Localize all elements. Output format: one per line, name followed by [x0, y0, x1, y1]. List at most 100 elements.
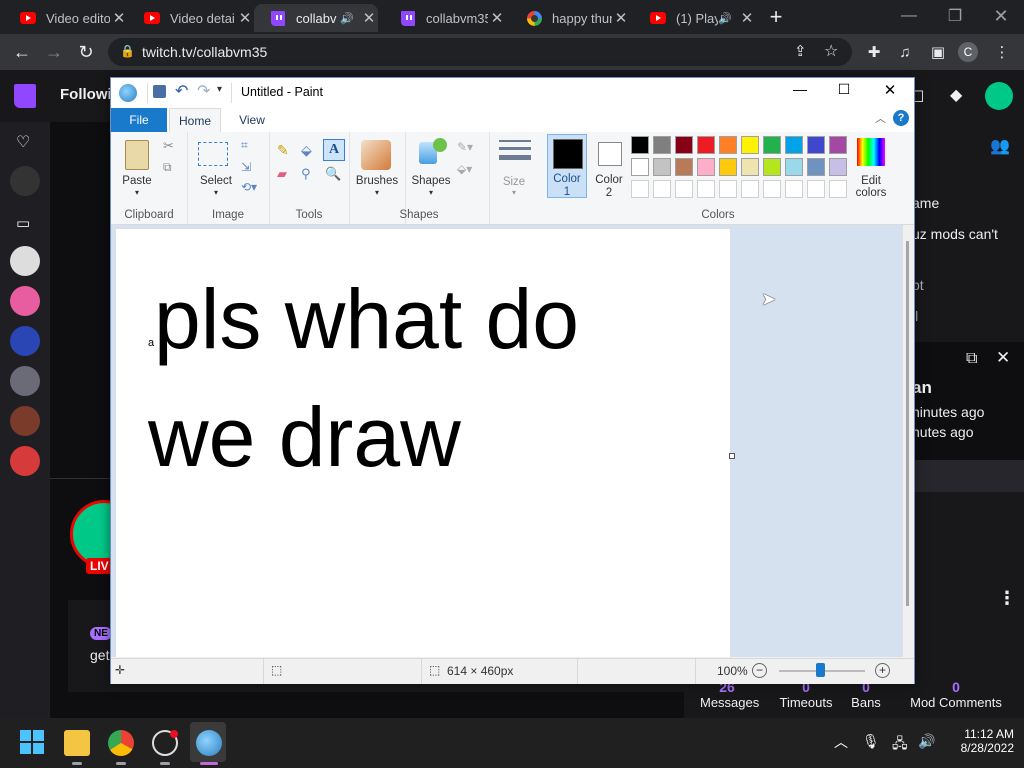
- new-tab-button[interactable]: +: [762, 4, 790, 32]
- maximize-icon[interactable]: ☐: [831, 81, 857, 98]
- paste-button[interactable]: Paste ▾: [117, 136, 157, 198]
- color-swatch[interactable]: [719, 136, 737, 154]
- color-swatch[interactable]: [631, 136, 649, 154]
- copy-icon[interactable]: ⧉: [163, 160, 172, 175]
- color-swatch[interactable]: [829, 136, 847, 154]
- browser-tab[interactable]: Video edito ✕: [0, 4, 128, 32]
- cut-icon[interactable]: ✂: [163, 138, 174, 154]
- empty-color-slot[interactable]: [829, 180, 847, 198]
- color-swatch[interactable]: [763, 158, 781, 176]
- restore-icon[interactable]: ❐: [932, 2, 978, 30]
- resize-handle[interactable]: [729, 453, 735, 459]
- color-swatch[interactable]: [631, 158, 649, 176]
- network-icon[interactable]: 🖧: [892, 733, 908, 757]
- close-tab-icon[interactable]: ✕: [738, 9, 756, 27]
- forward-icon[interactable]: →: [42, 40, 66, 64]
- empty-color-slot[interactable]: [763, 180, 781, 198]
- channel-avatar[interactable]: [10, 366, 40, 396]
- close-icon[interactable]: ✕: [877, 81, 903, 99]
- color1-button[interactable]: Color 1: [547, 134, 587, 198]
- community-icon[interactable]: 👥: [990, 136, 1010, 156]
- share-icon[interactable]: ⇪: [794, 42, 807, 60]
- reload-icon[interactable]: ↻: [74, 40, 98, 64]
- tab-home[interactable]: Home: [169, 108, 221, 132]
- close-card-icon[interactable]: ✕: [996, 348, 1010, 368]
- address-bar[interactable]: 🔒 twitch.tv/collabvm35 ⇪ ☆: [108, 38, 852, 66]
- save-icon[interactable]: [153, 85, 166, 98]
- file-explorer-icon[interactable]: [64, 730, 90, 756]
- color-swatch[interactable]: [807, 158, 825, 176]
- shapes-button[interactable]: Shapes ▾: [409, 136, 453, 200]
- side-panel-icon[interactable]: ▣: [926, 40, 950, 64]
- redo-icon[interactable]: ↷: [197, 81, 210, 101]
- minimize-icon[interactable]: —: [886, 2, 932, 30]
- edit-colors-button[interactable]: Edit colors: [853, 136, 893, 200]
- browser-tab[interactable]: happy thun ✕: [506, 4, 630, 32]
- empty-color-slot[interactable]: [631, 180, 649, 198]
- prime-icon[interactable]: ◆: [950, 85, 962, 105]
- popout-icon[interactable]: ⧉: [966, 350, 977, 368]
- resize-icon[interactable]: ⇲: [241, 160, 251, 174]
- tab-file[interactable]: File: [111, 108, 167, 132]
- twitch-logo-icon[interactable]: [14, 84, 36, 108]
- fill-shape-icon[interactable]: ⬙▾: [457, 162, 472, 176]
- clock[interactable]: 11:12 AM 8/28/2022: [940, 727, 1014, 755]
- minimize-icon[interactable]: —: [787, 81, 813, 97]
- more-icon[interactable]: ⋮: [998, 588, 1016, 609]
- close-tab-icon[interactable]: ✕: [360, 9, 378, 27]
- crop-icon[interactable]: ⌗: [241, 138, 248, 153]
- color-swatch[interactable]: [697, 158, 715, 176]
- size-button[interactable]: Size ▾: [489, 132, 539, 224]
- help-icon[interactable]: ?: [893, 110, 909, 126]
- channel-avatar[interactable]: [10, 406, 40, 436]
- close-tab-icon[interactable]: ✕: [488, 9, 506, 27]
- color-swatch[interactable]: [829, 158, 847, 176]
- empty-color-slot[interactable]: [807, 180, 825, 198]
- volume-icon[interactable]: 🔊: [918, 733, 935, 750]
- color-swatch[interactable]: [785, 158, 803, 176]
- color-swatch[interactable]: [675, 136, 693, 154]
- color-swatch[interactable]: [653, 136, 671, 154]
- browser-tab-active[interactable]: collabv 🔊 ✕: [254, 4, 378, 32]
- menu-icon[interactable]: ⋮: [990, 40, 1014, 64]
- empty-color-slot[interactable]: [719, 180, 737, 198]
- empty-color-slot[interactable]: [697, 180, 715, 198]
- channel-avatar[interactable]: [10, 246, 40, 276]
- zoom-in-icon[interactable]: +: [875, 663, 890, 678]
- paint-taskbar-icon[interactable]: [196, 730, 222, 756]
- brushes-button[interactable]: Brushes ▾: [355, 136, 399, 200]
- empty-color-slot[interactable]: [675, 180, 693, 198]
- microphone-icon[interactable]: 🎙: [862, 733, 880, 750]
- chevron-up-icon[interactable]: ︿: [834, 732, 848, 752]
- color-swatch[interactable]: [675, 158, 693, 176]
- back-icon[interactable]: ←: [10, 40, 34, 64]
- browser-tab[interactable]: Video detai ✕: [124, 4, 254, 32]
- color-swatch[interactable]: [763, 136, 781, 154]
- vertical-scrollbar[interactable]: [903, 225, 914, 657]
- channel-avatar[interactable]: [10, 166, 40, 196]
- video-icon[interactable]: ▭: [16, 214, 30, 232]
- pencil-icon[interactable]: ✎: [277, 142, 289, 159]
- tab-view[interactable]: View: [227, 108, 277, 132]
- color-swatch[interactable]: [697, 136, 715, 154]
- magnifier-icon[interactable]: 🔍: [325, 166, 341, 182]
- channel-avatar[interactable]: [10, 326, 40, 356]
- color-picker-icon[interactable]: ⚲: [301, 166, 311, 182]
- close-tab-icon[interactable]: ✕: [612, 9, 630, 27]
- extensions-icon[interactable]: ✚: [862, 40, 886, 64]
- speaker-icon[interactable]: 🔊: [340, 12, 354, 25]
- start-icon[interactable]: [20, 730, 46, 756]
- browser-tab[interactable]: (1) Play 🔊 ✕: [630, 4, 756, 32]
- close-icon[interactable]: ✕: [978, 2, 1024, 30]
- eraser-icon[interactable]: ▰: [277, 166, 287, 182]
- color-swatch[interactable]: [719, 158, 737, 176]
- color-swatch[interactable]: [741, 136, 759, 154]
- speaker-icon[interactable]: 🔊: [718, 12, 732, 25]
- user-avatar[interactable]: [985, 82, 1013, 110]
- chrome-icon[interactable]: [108, 730, 134, 756]
- empty-color-slot[interactable]: [741, 180, 759, 198]
- color-swatch[interactable]: [653, 158, 671, 176]
- zoom-out-icon[interactable]: −: [752, 663, 767, 678]
- fill-icon[interactable]: ⬙: [301, 142, 312, 159]
- color-swatch[interactable]: [741, 158, 759, 176]
